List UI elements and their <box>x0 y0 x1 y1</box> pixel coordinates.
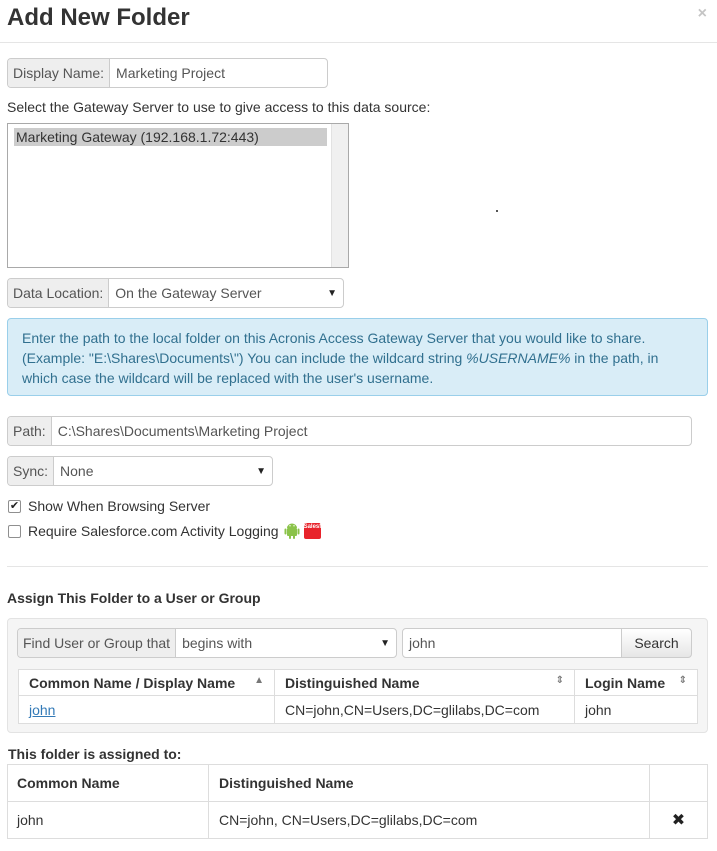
match-mode-select[interactable]: begins with ▼ <box>176 629 396 657</box>
result-distinguished-name: CN=john,CN=Users,DC=glilabs,DC=com <box>274 695 575 724</box>
sync-value: None <box>60 463 94 479</box>
close-icon[interactable]: × <box>698 5 707 23</box>
gateway-listbox[interactable]: Marketing Gateway (192.168.1.72:443) <box>7 123 349 268</box>
result-login-name: john <box>574 695 698 724</box>
sort-both-icon: ⇕ <box>678 674 687 686</box>
result-common-name: john <box>18 695 275 724</box>
require-logging-row: Require Salesforce.com Activity Logging … <box>8 522 334 540</box>
salesforce-icon: Salesforce <box>303 523 334 539</box>
find-group: Find User or Group that begins with ▼ <box>17 628 397 658</box>
listbox-scrollbar[interactable] <box>331 124 348 267</box>
table-row: john CN=john, CN=Users,DC=glilabs,DC=com… <box>7 801 708 839</box>
gateway-option-selected[interactable]: Marketing Gateway (192.168.1.72:443) <box>14 128 327 146</box>
remove-icon[interactable]: ✖ <box>649 801 708 839</box>
user-search-input[interactable]: john <box>402 628 622 658</box>
path-group: Path: C:\Shares\Documents\Marketing Proj… <box>7 416 692 446</box>
caret-down-icon: ▼ <box>256 465 266 477</box>
caret-down-icon: ▼ <box>380 637 390 649</box>
display-name-group: Display Name: Marketing Project <box>7 58 328 88</box>
dialog-title: Add New Folder <box>7 4 190 31</box>
divider <box>7 566 708 567</box>
display-name-label: Display Name: <box>8 59 111 87</box>
sync-select[interactable]: None ▼ <box>54 457 272 485</box>
table-header-row: Common Name / Display Name ▲ Distinguishe… <box>18 669 698 696</box>
sync-label: Sync: <box>8 457 55 485</box>
match-mode-value: begins with <box>182 635 253 651</box>
column-header-common-name[interactable]: Common Name / Display Name ▲ <box>18 669 275 696</box>
column-header-distinguished-name[interactable]: Distinguished Name ⇕ <box>274 669 575 696</box>
sort-asc-icon: ▲ <box>254 674 264 686</box>
search-button[interactable]: Search <box>621 628 692 658</box>
data-location-group: Data Location: On the Gateway Server ▼ <box>7 278 344 308</box>
table-row[interactable]: john CN=john,CN=Users,DC=glilabs,DC=com … <box>18 695 698 724</box>
assign-heading: Assign This Folder to a User or Group <box>7 590 261 606</box>
column-header-common-name: Common Name <box>7 764 209 802</box>
column-header-distinguished-name: Distinguished Name <box>208 764 650 802</box>
assigned-distinguished-name: CN=john, CN=Users,DC=glilabs,DC=com <box>208 801 650 839</box>
require-logging-label: Require Salesforce.com Activity Logging <box>28 523 279 539</box>
show-browsing-row: ✔ Show When Browsing Server <box>8 498 210 514</box>
path-info-alert: Enter the path to the local folder on th… <box>7 318 708 396</box>
android-icon <box>284 523 300 539</box>
data-location-select[interactable]: On the Gateway Server ▼ <box>109 279 343 307</box>
assigned-heading: This folder is assigned to: <box>8 746 182 762</box>
display-name-input[interactable]: Marketing Project <box>110 59 327 87</box>
show-browsing-checkbox[interactable]: ✔ <box>8 499 21 513</box>
sync-group: Sync: None ▼ <box>7 456 273 486</box>
assigned-common-name: john <box>7 801 209 839</box>
gateway-prompt: Select the Gateway Server to use to give… <box>7 99 431 115</box>
dialog-header: Add New Folder × <box>0 0 717 43</box>
table-header-row: Common Name Distinguished Name <box>7 764 708 802</box>
column-header-login-name[interactable]: Login Name ⇕ <box>574 669 698 696</box>
path-label: Path: <box>8 417 52 445</box>
column-header-actions <box>649 764 708 802</box>
stray-dot <box>496 210 498 212</box>
assigned-table: Common Name Distinguished Name john CN=j… <box>7 764 708 839</box>
find-label: Find User or Group that <box>18 629 177 657</box>
require-logging-checkbox[interactable] <box>8 524 21 538</box>
data-location-value: On the Gateway Server <box>115 285 262 301</box>
caret-down-icon: ▼ <box>327 287 337 299</box>
result-name-link[interactable]: john <box>29 702 55 718</box>
sort-both-icon: ⇕ <box>555 674 564 686</box>
info-wildcard: %USERNAME% <box>466 350 571 366</box>
data-location-label: Data Location: <box>8 279 110 307</box>
search-results-table: Common Name / Display Name ▲ Distinguishe… <box>18 669 698 724</box>
path-input[interactable]: C:\Shares\Documents\Marketing Project <box>52 417 691 445</box>
show-browsing-label: Show When Browsing Server <box>28 498 211 514</box>
